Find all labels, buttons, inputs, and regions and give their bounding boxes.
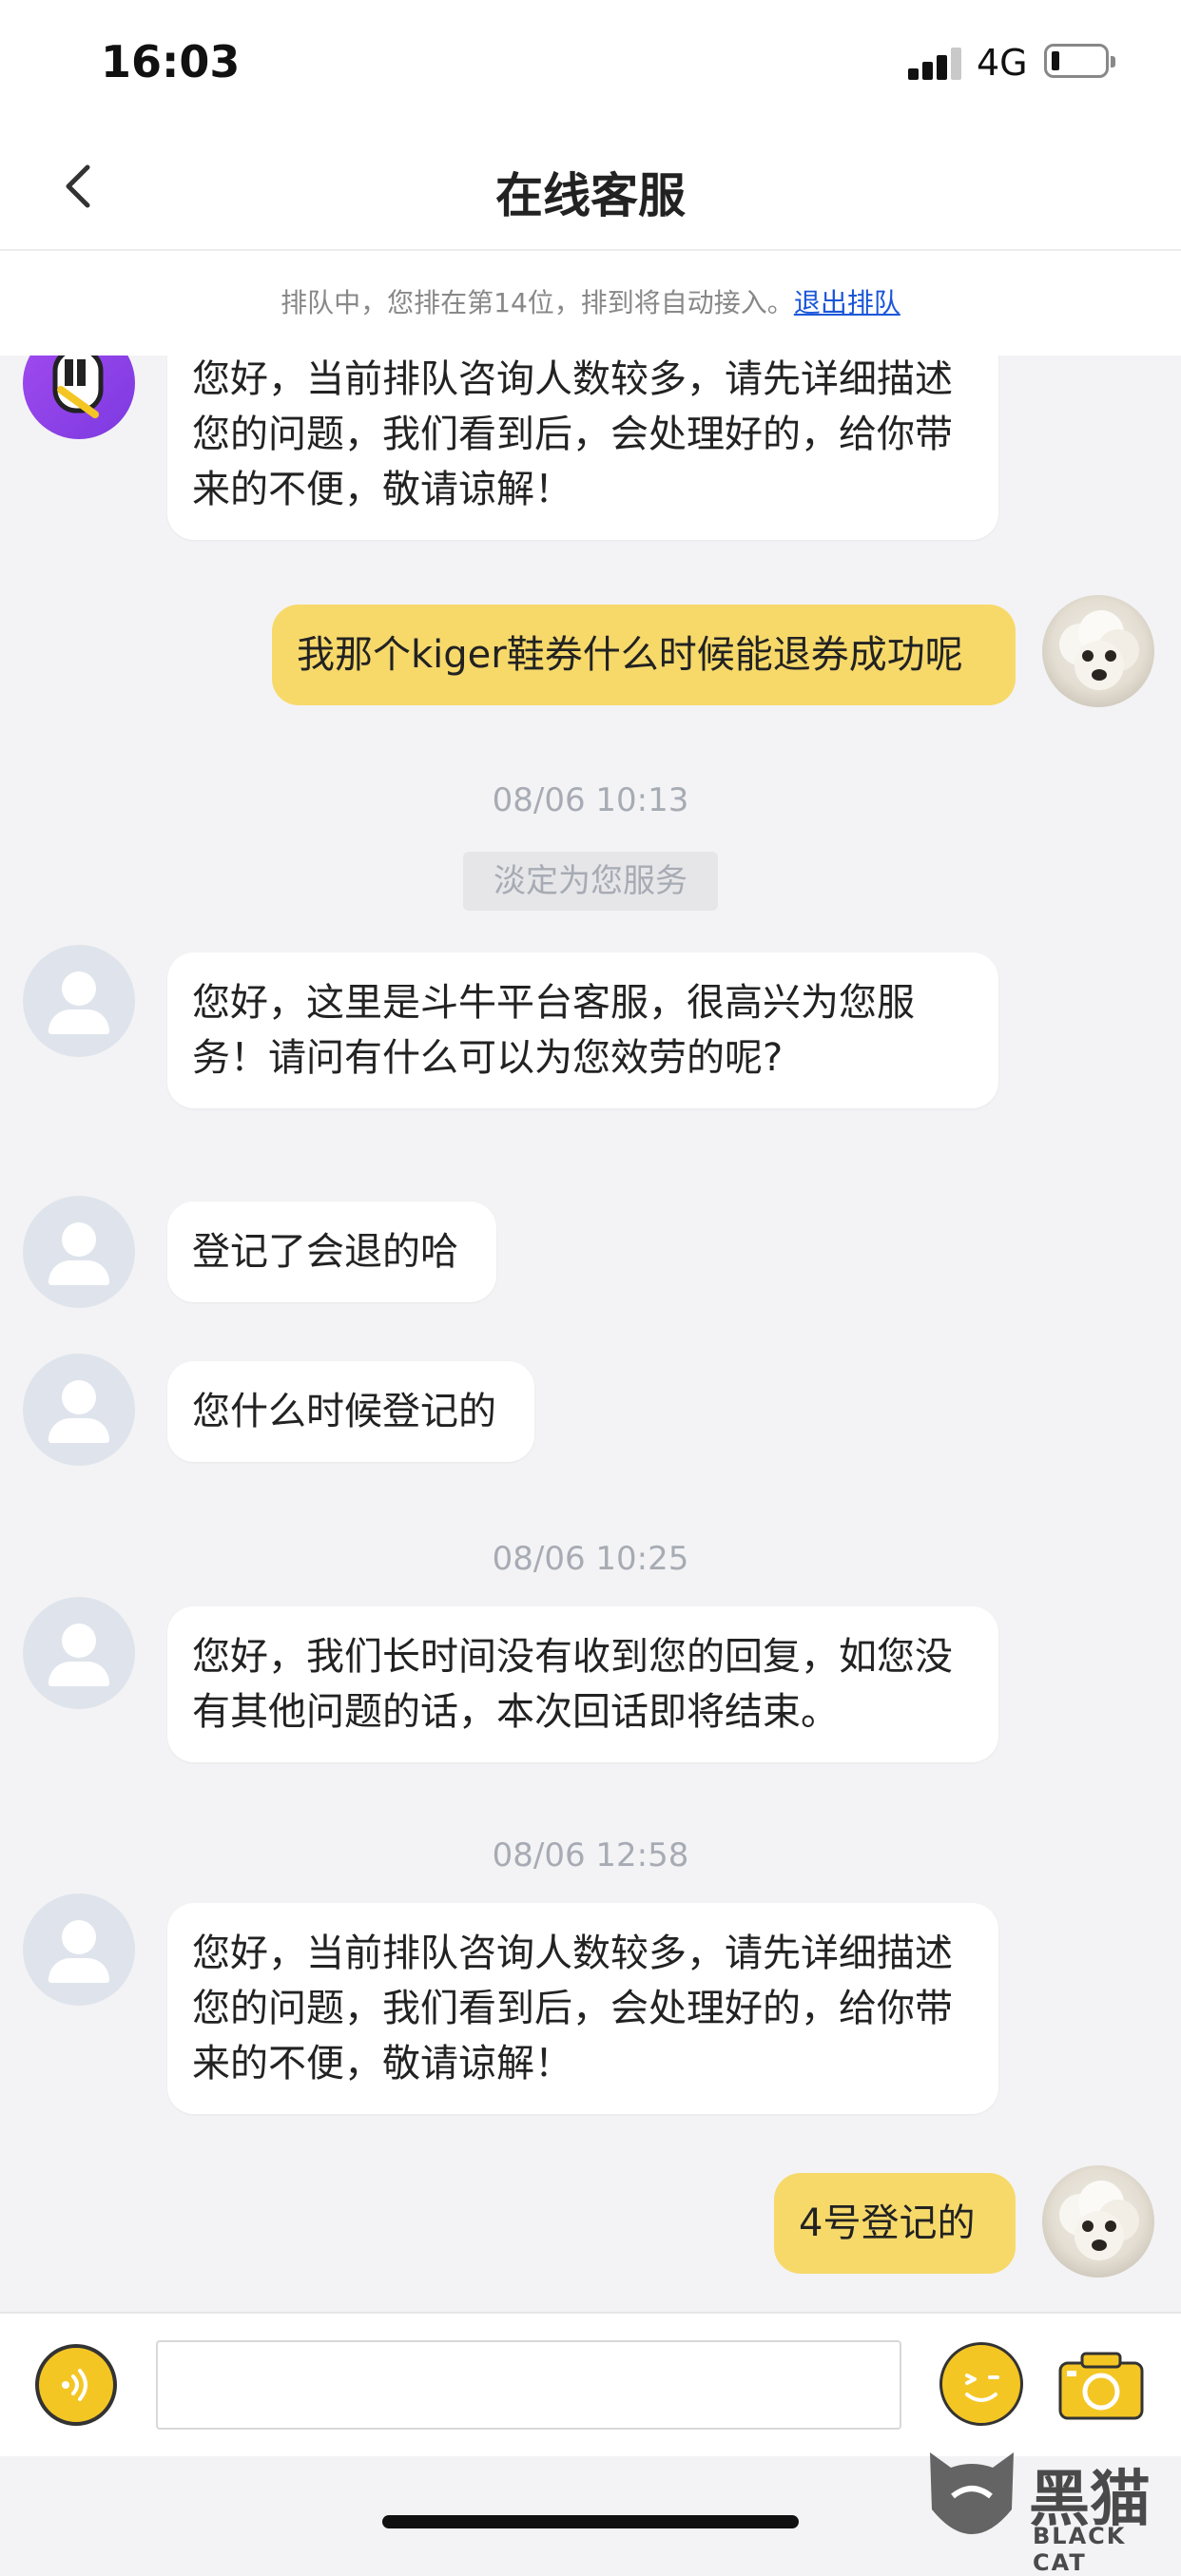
home-indicator bbox=[382, 2515, 799, 2528]
incoming-message-bubble[interactable]: 您好，这里是斗牛平台客服，很高兴为您服务！请问有什么可以为您效劳的呢? bbox=[167, 952, 998, 1108]
queue-notice: 排队中，您排在第14位，排到将自动接入。退出排队 bbox=[0, 251, 1181, 356]
incoming-message-bubble[interactable]: 您好，我们长时间没有收到您的回复，如您没有其他问题的话，本次回话即将结束。 bbox=[167, 1606, 998, 1762]
user-avatar bbox=[1042, 595, 1154, 707]
voice-button[interactable] bbox=[35, 2344, 117, 2426]
agent-avatar bbox=[23, 945, 135, 1057]
bot-avatar bbox=[23, 356, 135, 439]
timestamp: 08/06 12:58 bbox=[492, 1836, 689, 1874]
blackcat-logo-icon bbox=[930, 2452, 1014, 2534]
message-input[interactable] bbox=[156, 2340, 901, 2430]
incoming-message-bubble[interactable]: 您好，当前排队咨询人数较多，请先详细描述您的问题，我们看到后，会处理好的，给你带… bbox=[167, 356, 998, 540]
dog-photo-icon bbox=[1059, 2181, 1139, 2260]
bot-logo-icon bbox=[52, 356, 104, 418]
queue-text: 排队中，您排在第14位，排到将自动接入。 bbox=[281, 287, 794, 318]
timestamp: 08/06 10:13 bbox=[492, 781, 689, 819]
incoming-message-bubble[interactable]: 登记了会退的哈 bbox=[167, 1201, 496, 1302]
dog-photo-icon bbox=[1059, 610, 1139, 690]
camera-button[interactable] bbox=[1057, 2350, 1145, 2422]
voice-icon bbox=[62, 2369, 87, 2401]
agent-avatar bbox=[23, 1354, 135, 1466]
chat-area[interactable]: 您好，当前排队咨询人数较多，请先详细描述您的问题，我们看到后，会处理好的，给你带… bbox=[0, 356, 1181, 2312]
outgoing-message-bubble[interactable]: 我那个kiger鞋券什么时候能退券成功呢 bbox=[272, 605, 1016, 705]
watermark-subtitle: BLACK CAT bbox=[1033, 2523, 1127, 2576]
agent-avatar bbox=[23, 1196, 135, 1308]
agent-avatar bbox=[23, 1894, 135, 2006]
signal-icon bbox=[908, 48, 961, 80]
status-bar: 16:03 4G bbox=[0, 0, 1181, 124]
incoming-message-bubble[interactable]: 您什么时候登记的 bbox=[167, 1361, 534, 1462]
blackcat-watermark: 黑猫 BLACK CAT bbox=[922, 2443, 1181, 2576]
nav-bar: 在线客服 bbox=[0, 124, 1181, 251]
outgoing-message-bubble[interactable]: 4号登记的 bbox=[774, 2173, 1016, 2274]
system-notice: 淡定为您服务 bbox=[463, 852, 718, 911]
emoji-button[interactable] bbox=[939, 2342, 1023, 2426]
incoming-message-bubble[interactable]: 您好，当前排队咨询人数较多，请先详细描述您的问题，我们看到后，会处理好的，给你带… bbox=[167, 1903, 998, 2114]
user-avatar bbox=[1042, 2165, 1154, 2278]
leave-queue-link[interactable]: 退出排队 bbox=[794, 287, 900, 318]
input-bar bbox=[0, 2312, 1181, 2456]
emoji-icon bbox=[965, 2374, 999, 2402]
page-title: 在线客服 bbox=[495, 168, 686, 223]
timestamp: 08/06 10:25 bbox=[492, 1540, 689, 1578]
network-type: 4G bbox=[977, 42, 1028, 84]
camera-icon bbox=[1058, 2352, 1144, 2420]
battery-icon bbox=[1044, 44, 1115, 78]
agent-avatar bbox=[23, 1597, 135, 1709]
status-time: 16:03 bbox=[101, 36, 241, 87]
